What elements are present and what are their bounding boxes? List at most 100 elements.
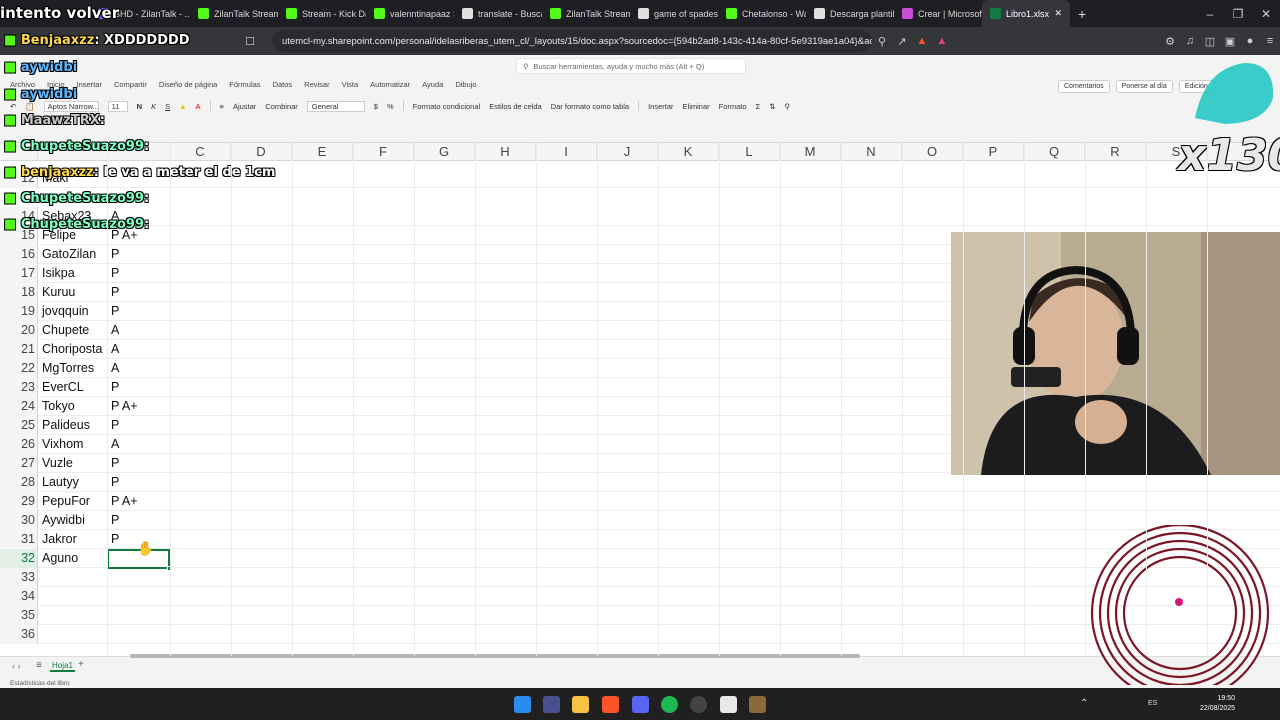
sheet-tab-hoja1[interactable]: Hoja1 bbox=[50, 661, 75, 672]
minecraft-icon[interactable] bbox=[749, 696, 766, 713]
percent-icon[interactable]: % bbox=[387, 102, 394, 111]
row-number[interactable]: 22 bbox=[0, 359, 38, 378]
ribbon-action-button[interactable]: Ponerse al día bbox=[1115, 80, 1173, 93]
column-header[interactable]: O bbox=[902, 143, 963, 161]
column-header[interactable]: R bbox=[1085, 143, 1146, 161]
row-number[interactable]: 23 bbox=[0, 378, 38, 397]
cell-name[interactable]: EverCL bbox=[42, 378, 84, 397]
cell-name[interactable]: Chupete bbox=[42, 321, 89, 340]
row-number[interactable]: 18 bbox=[0, 283, 38, 302]
cell-status[interactable]: P bbox=[111, 511, 119, 530]
column-header[interactable]: M bbox=[780, 143, 841, 161]
find-icon[interactable]: ⚲ bbox=[785, 102, 791, 111]
share-icon[interactable]: ↗ bbox=[892, 35, 912, 48]
row-number[interactable]: 29 bbox=[0, 492, 38, 511]
column-header[interactable]: L bbox=[719, 143, 780, 161]
cell-name[interactable]: Vixhom bbox=[42, 435, 83, 454]
music-icon[interactable]: ♫ bbox=[1180, 35, 1200, 47]
currency-icon[interactable]: $ bbox=[374, 102, 378, 111]
column-header[interactable]: J bbox=[597, 143, 658, 161]
row-number[interactable]: 34 bbox=[0, 587, 38, 606]
delete-button[interactable]: Eliminar bbox=[683, 102, 710, 111]
cell-status[interactable]: P bbox=[111, 283, 119, 302]
cell-name[interactable]: Aguno bbox=[42, 549, 78, 568]
sort-icon[interactable]: ⇅ bbox=[769, 102, 775, 111]
zoom-icon[interactable]: ⚲ bbox=[872, 35, 892, 48]
column-header[interactable]: F bbox=[353, 143, 414, 161]
obs-icon[interactable] bbox=[690, 696, 707, 713]
wallet-icon[interactable]: ▣ bbox=[1220, 35, 1240, 48]
cell-status[interactable]: P bbox=[111, 454, 119, 473]
cell-name[interactable]: Lautyy bbox=[42, 473, 79, 492]
excel-search-input[interactable]: ⚲ Buscar herramientas, ayuda y mucho más… bbox=[516, 58, 746, 74]
row-number[interactable]: 27 bbox=[0, 454, 38, 473]
row-number[interactable]: 31 bbox=[0, 530, 38, 549]
cell-name[interactable]: Vuzle bbox=[42, 454, 73, 473]
cell-name[interactable]: Jakror bbox=[42, 530, 77, 549]
cell-status[interactable]: P bbox=[111, 302, 119, 321]
column-header[interactable]: Q bbox=[1024, 143, 1085, 161]
cell-styles-button[interactable]: Estilos de celda bbox=[489, 102, 542, 111]
row-number[interactable]: 21 bbox=[0, 340, 38, 359]
cell-status[interactable]: P bbox=[111, 378, 119, 397]
menu-item[interactable]: Vista bbox=[342, 80, 359, 92]
brave-shield-icon[interactable]: ▲ bbox=[912, 35, 932, 47]
column-header[interactable]: G bbox=[414, 143, 475, 161]
row-number[interactable]: 26 bbox=[0, 435, 38, 454]
cell-status[interactable]: P bbox=[111, 245, 119, 264]
menu-item[interactable]: Ayuda bbox=[422, 80, 443, 92]
cell-name[interactable]: Isikpa bbox=[42, 264, 75, 283]
browser-tab[interactable]: Libro1.xlsx ✕ bbox=[982, 0, 1070, 27]
file-explorer-icon[interactable] bbox=[572, 696, 589, 713]
cell-name[interactable]: GatoZilan bbox=[42, 245, 96, 264]
column-header[interactable]: N bbox=[841, 143, 902, 161]
row-number[interactable]: 30 bbox=[0, 511, 38, 530]
row-number[interactable]: 33 bbox=[0, 568, 38, 587]
ribbon-action-button[interactable]: Comentarios bbox=[1058, 80, 1110, 93]
cell-name[interactable]: Palideus bbox=[42, 416, 90, 435]
sheet-list-icon[interactable]: ≡ bbox=[36, 660, 42, 671]
cell-status[interactable]: A bbox=[111, 340, 119, 359]
notepad-icon[interactable] bbox=[720, 696, 737, 713]
row-number[interactable]: 17 bbox=[0, 264, 38, 283]
browser-tab[interactable]: translate - Buscar bbox=[454, 0, 542, 27]
discord-icon[interactable] bbox=[632, 696, 649, 713]
number-format-select[interactable]: General bbox=[306, 100, 365, 112]
cell-status[interactable]: P bbox=[111, 416, 119, 435]
row-number[interactable]: 28 bbox=[0, 473, 38, 492]
lang-indicator[interactable]: ES bbox=[1148, 700, 1157, 707]
row-number[interactable]: 16 bbox=[0, 245, 38, 264]
cell-name[interactable]: Kuruu bbox=[42, 283, 75, 302]
row-number[interactable]: 19 bbox=[0, 302, 38, 321]
cell-name[interactable]: MgTorres bbox=[42, 359, 94, 378]
column-header[interactable]: K bbox=[658, 143, 719, 161]
cell-status[interactable]: P bbox=[111, 530, 119, 549]
cell-name[interactable]: PepuFor bbox=[42, 492, 90, 511]
minimize-icon[interactable]: – bbox=[1196, 7, 1224, 21]
cell-name[interactable]: jovqquin bbox=[42, 302, 89, 321]
browser-tab[interactable]: valenntinapaaz S... bbox=[366, 0, 454, 27]
new-tab-button[interactable]: + bbox=[1070, 0, 1094, 27]
teams-icon[interactable] bbox=[543, 696, 560, 713]
browser-tab[interactable]: Descarga plantill... bbox=[806, 0, 894, 27]
row-number[interactable]: 36 bbox=[0, 625, 38, 644]
row-number[interactable]: 24 bbox=[0, 397, 38, 416]
cell-status[interactable]: P bbox=[111, 473, 119, 492]
cell-name[interactable]: Aywidbi bbox=[42, 511, 85, 530]
column-header[interactable]: E bbox=[292, 143, 353, 161]
row-number[interactable]: 25 bbox=[0, 416, 38, 435]
add-sheet-button[interactable]: + bbox=[78, 659, 84, 670]
cell-name[interactable]: Tokyo bbox=[42, 397, 75, 416]
cell-name[interactable]: Choriposta bbox=[42, 340, 102, 359]
format-as-table-button[interactable]: Dar formato como tabla bbox=[551, 102, 629, 111]
row-number[interactable]: 20 bbox=[0, 321, 38, 340]
rewards-icon[interactable]: ▲ bbox=[932, 35, 952, 47]
column-header[interactable]: P bbox=[963, 143, 1024, 161]
start-icon[interactable] bbox=[514, 696, 531, 713]
brave-icon[interactable] bbox=[602, 696, 619, 713]
browser-tab[interactable]: ZilanTalk Stream bbox=[542, 0, 630, 27]
url-field[interactable]: utemcl-my.sharepoint.com/personal/idelas… bbox=[272, 30, 872, 52]
menu-item[interactable]: Dibujo bbox=[455, 80, 476, 92]
sidebar-icon[interactable]: ◫ bbox=[1200, 35, 1220, 48]
insert-button[interactable]: Insertar bbox=[648, 102, 673, 111]
